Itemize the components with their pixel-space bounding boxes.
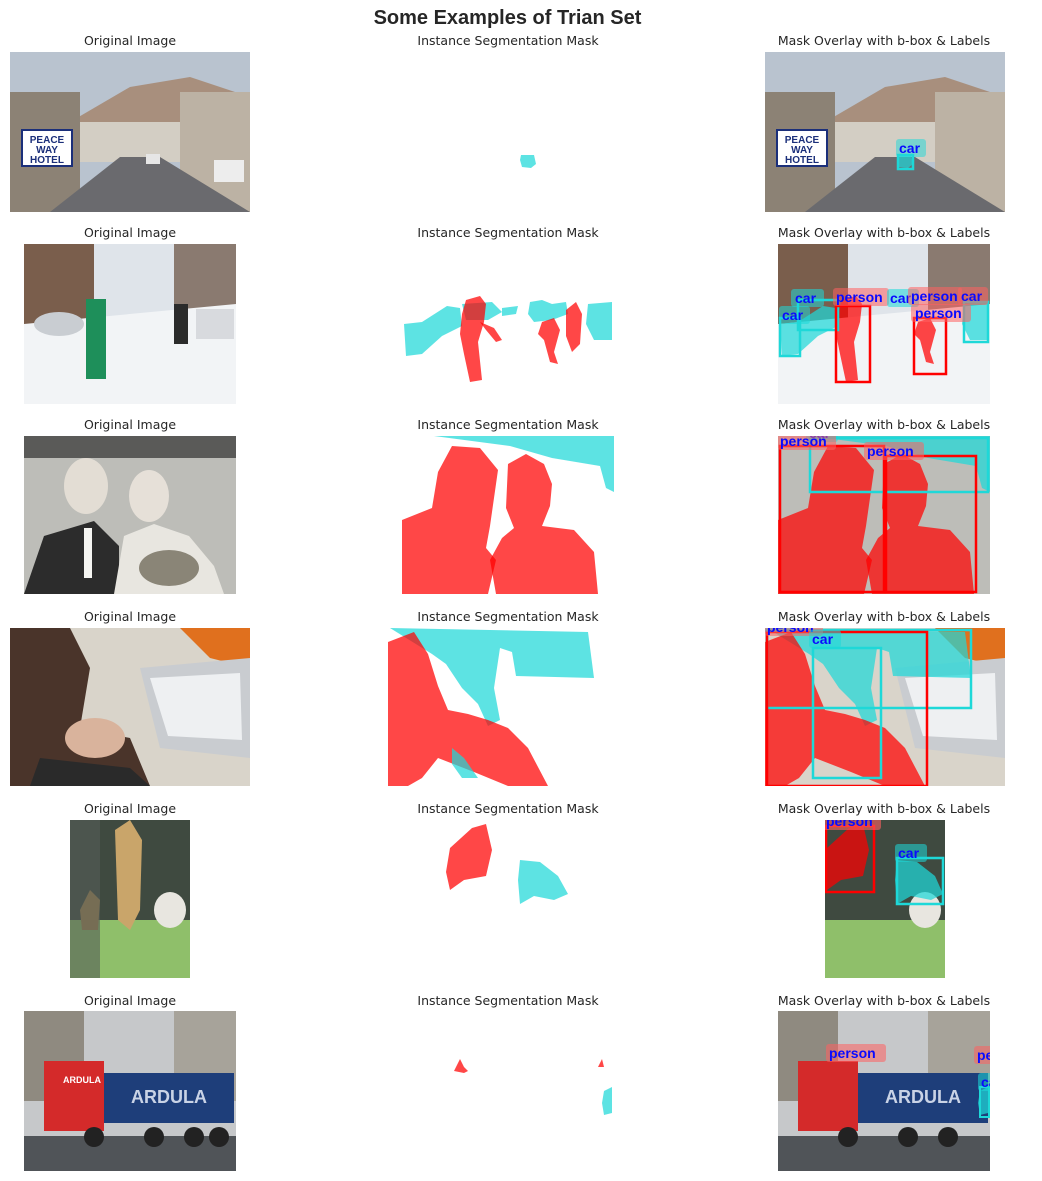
segmentation-mask-2 xyxy=(404,296,612,382)
original-image-title: Original Image xyxy=(83,417,177,432)
original-image-laptop xyxy=(10,628,250,786)
sign-text-line: HOTEL xyxy=(30,155,64,166)
person-label: person xyxy=(977,1047,990,1063)
mask-title: Instance Segmentation Mask xyxy=(417,801,599,816)
overlay-title: Mask Overlay with b-box & Labels xyxy=(777,609,991,624)
segmentation-mask-3 xyxy=(402,436,614,594)
sign-text-line: HOTEL xyxy=(785,155,819,166)
original-image-title: Original Image xyxy=(83,993,177,1008)
car-label: car xyxy=(898,845,920,861)
car-label: car xyxy=(899,140,921,156)
overlay-title: Mask Overlay with b-box & Labels xyxy=(777,801,991,816)
original-image-title: Original Image xyxy=(83,609,177,624)
original-image-title: Original Image xyxy=(83,33,177,48)
overlay-image-2: car person car person car car person xyxy=(778,244,990,404)
overlay-image-4: car person car xyxy=(765,628,1005,786)
mask-title: Instance Segmentation Mask xyxy=(417,33,599,48)
mask-title: Instance Segmentation Mask xyxy=(417,417,599,432)
car-label: car xyxy=(812,631,834,647)
overlay-title: Mask Overlay with b-box & Labels xyxy=(777,993,991,1008)
overlay-title: Mask Overlay with b-box & Labels xyxy=(777,225,991,240)
overlay-image-1: PEACE WAY HOTEL car xyxy=(765,52,1005,212)
mask-title: Instance Segmentation Mask xyxy=(417,993,599,1008)
car-label: car xyxy=(981,1074,990,1090)
overlay-image-5: person car xyxy=(825,820,945,978)
person-label: person xyxy=(826,820,873,829)
overlay-image-3: car person person xyxy=(778,436,990,594)
truck-text: ARDULA xyxy=(131,1087,207,1107)
person-label: person xyxy=(836,289,883,305)
overlay-title: Mask Overlay with b-box & Labels xyxy=(777,33,991,48)
original-image-truck: ARDULA ARDULA xyxy=(24,1011,236,1171)
original-image-shop-window xyxy=(70,820,190,978)
segmentation-mask-4 xyxy=(388,628,594,786)
car-label: car xyxy=(961,288,983,304)
person-label: person xyxy=(767,628,814,635)
original-image-street: PEACE WAY HOTEL xyxy=(10,52,250,212)
original-image-snow xyxy=(24,244,236,404)
person-label: person xyxy=(911,288,958,304)
original-image-title: Original Image xyxy=(83,801,177,816)
mask-title: Instance Segmentation Mask xyxy=(417,609,599,624)
person-label: person xyxy=(829,1045,876,1061)
person-label: person xyxy=(867,443,914,459)
car-label: car xyxy=(795,290,817,306)
person-label: person xyxy=(780,436,827,449)
mask-title: Instance Segmentation Mask xyxy=(417,225,599,240)
person-label: person xyxy=(915,305,962,321)
overlay-image-6: ARDULA person person car xyxy=(778,1011,990,1171)
truck-text: ARDULA xyxy=(63,1075,101,1085)
truck-text: ARDULA xyxy=(885,1087,961,1107)
car-mask xyxy=(520,155,536,168)
car-label: car xyxy=(782,307,804,323)
figure-title: Some Examples of Trian Set xyxy=(373,7,642,29)
original-image-wedding xyxy=(24,436,236,594)
segmentation-mask-1 xyxy=(520,155,536,168)
overlay-title: Mask Overlay with b-box & Labels xyxy=(777,417,991,432)
segmentation-mask-5 xyxy=(446,824,568,904)
segmentation-mask-6 xyxy=(454,1059,612,1115)
original-image-title: Original Image xyxy=(83,225,177,240)
